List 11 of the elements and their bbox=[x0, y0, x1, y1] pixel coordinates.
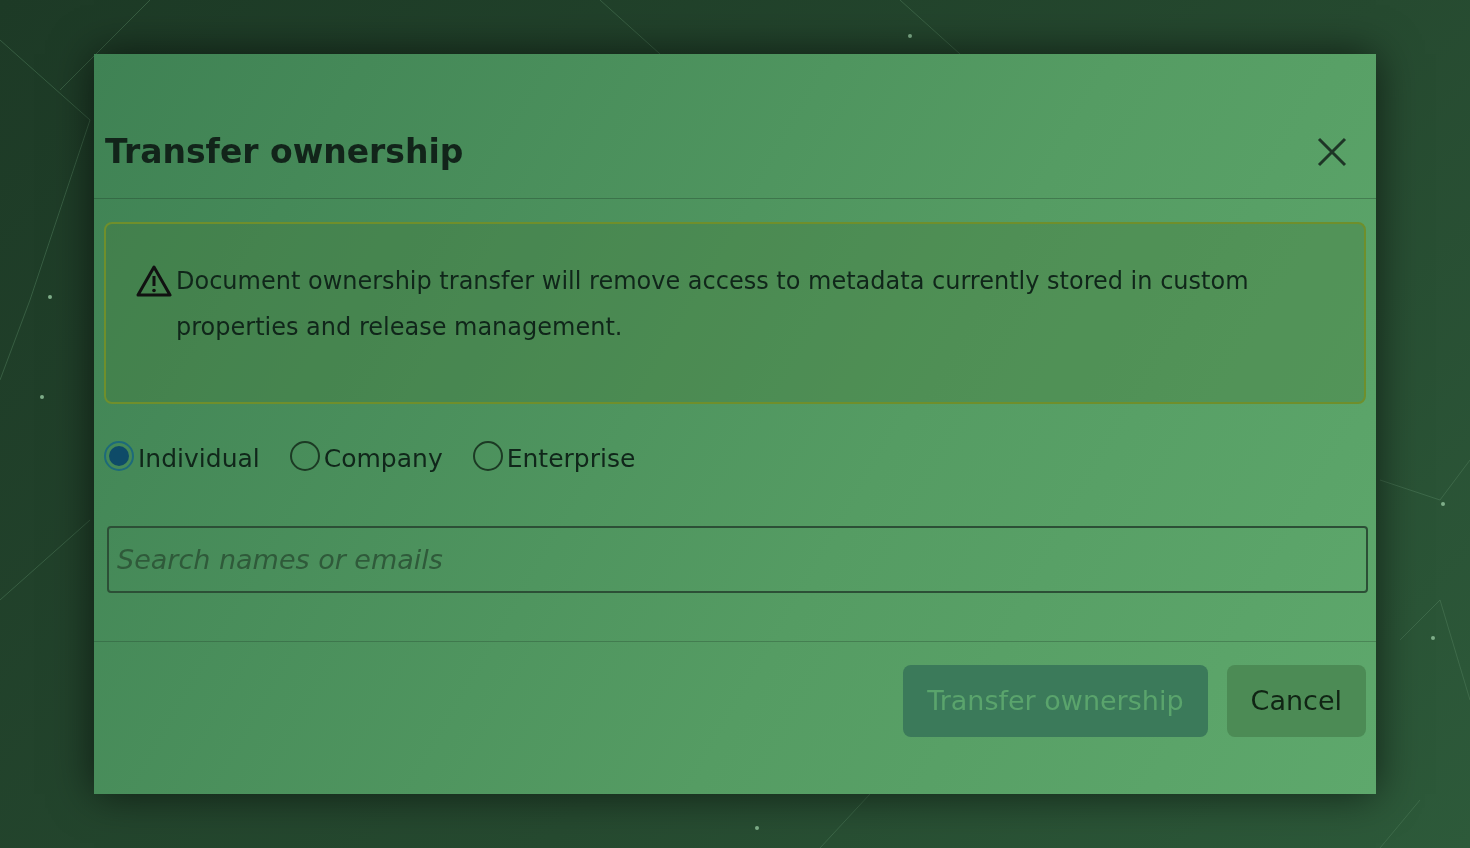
radio-button[interactable] bbox=[289, 440, 320, 471]
close-icon bbox=[1316, 136, 1348, 168]
radio-button[interactable] bbox=[472, 440, 503, 471]
cancel-button[interactable]: Cancel bbox=[1226, 665, 1366, 737]
radio-label[interactable]: Company bbox=[323, 440, 443, 478]
radio-label[interactable]: Individual bbox=[138, 440, 260, 478]
radio-label[interactable]: Enterprise bbox=[506, 440, 636, 478]
dialog-title: Transfer ownership bbox=[105, 132, 464, 172]
warning-icon bbox=[136, 265, 172, 297]
warning-text: Document ownership transfer will remove access to metadata currently stored in custom properties and release management. bbox=[176, 266, 1250, 343]
radio-button[interactable] bbox=[104, 440, 134, 471]
